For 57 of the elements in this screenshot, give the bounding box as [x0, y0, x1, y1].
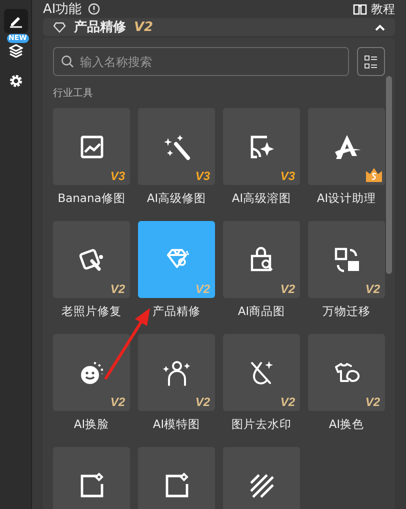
search-field[interactable]: 输入名称搜索	[53, 47, 349, 76]
dropdown-label: 产品精修	[74, 18, 126, 36]
tool-tile[interactable]	[223, 447, 300, 509]
version-label: V2	[110, 395, 125, 409]
tool-label: AI模特图	[152, 416, 200, 433]
version-label: V2	[365, 395, 380, 409]
tool-tile[interactable]: V2	[223, 334, 300, 411]
tool-tile[interactable]: V2	[53, 221, 130, 298]
settings-icon	[8, 74, 22, 88]
tool-label: 产品精修	[152, 303, 200, 320]
diamond-icon	[53, 22, 66, 32]
pen-icon	[8, 14, 22, 28]
tool-label: 图片去水印	[232, 416, 292, 433]
chevron-icon	[375, 24, 385, 30]
version-label: V3	[110, 169, 125, 183]
tool-label: AI高级溶图	[232, 190, 292, 207]
tool-tile[interactable]: V2	[138, 334, 215, 411]
panel-title: AI功能	[43, 1, 82, 18]
version-label: V2	[280, 282, 295, 296]
tool-tile[interactable]	[53, 447, 130, 509]
tutorial-link[interactable]: 教程	[353, 0, 395, 18]
tool-dropdown[interactable]: 产品精修 V2	[43, 18, 395, 36]
tool-tile[interactable]: V2	[308, 334, 385, 411]
tool-tile[interactable]	[138, 447, 215, 509]
tool-label: 老照片修复	[62, 303, 122, 320]
tool-label: AI商品图	[238, 303, 286, 320]
tool-label: AI换脸	[74, 416, 110, 433]
version-label: V3	[280, 169, 295, 183]
tool-label: Banana修图	[58, 190, 126, 207]
tool-tile[interactable]: V2	[308, 221, 385, 298]
list-view-icon	[364, 54, 378, 68]
version-label: V2	[280, 395, 295, 409]
version-label: V2	[365, 282, 380, 296]
scrollbar[interactable]	[386, 76, 392, 274]
tool-label: 万物迁移	[322, 303, 370, 320]
tool-tile[interactable]: V3	[53, 108, 130, 185]
book-icon	[353, 3, 367, 15]
tool-label: AI设计助理	[316, 190, 376, 207]
tutorial-label: 教程	[371, 0, 395, 18]
tool-tile[interactable]: V2	[53, 334, 130, 411]
layers-icon	[8, 44, 22, 58]
version-label: V3	[195, 169, 210, 183]
section-label: 行业工具	[53, 86, 94, 100]
list-view-button[interactable]	[357, 47, 385, 76]
version-label: V2	[134, 20, 154, 34]
sidebar-item[interactable]	[4, 9, 28, 33]
tool-tile[interactable]: V3	[223, 108, 300, 185]
version-label: V2	[195, 395, 210, 409]
tool-label: AI高级修图	[146, 190, 206, 207]
version-label: V2	[110, 282, 125, 296]
version-label: V2	[195, 282, 210, 296]
tool-tile[interactable]: V3	[138, 108, 215, 185]
tool-label: AI换色	[328, 416, 364, 433]
tool-tile[interactable]	[308, 108, 385, 185]
info-icon	[88, 3, 100, 15]
search-icon	[61, 55, 74, 68]
tool-tile[interactable]: V2	[223, 221, 300, 298]
